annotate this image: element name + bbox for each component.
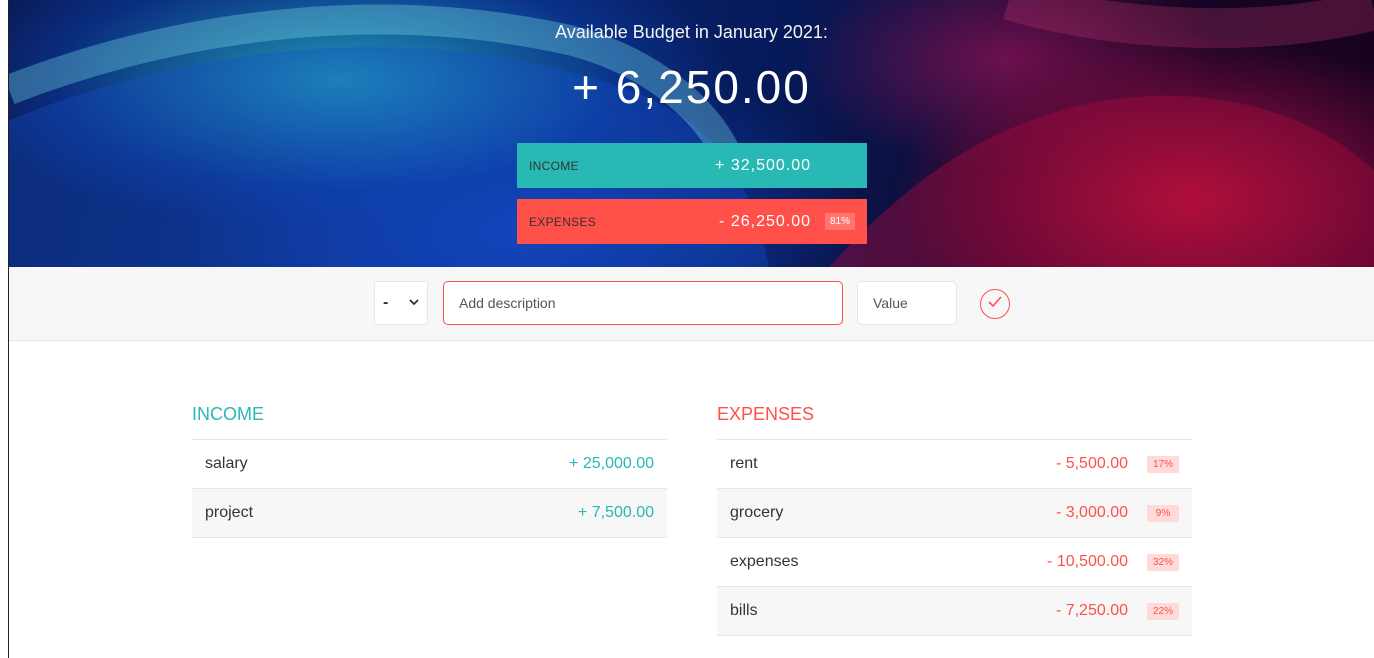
item-description: salary <box>205 455 248 472</box>
item-percentage-badge: 17% <box>1147 455 1179 473</box>
item-description: expenses <box>730 553 799 570</box>
expenses-summary: EXPENSES - 26,250.00 81% <box>517 199 867 244</box>
income-summary-value: + 32,500.00 <box>715 156 811 174</box>
budget-title: Available Budget in January 2021: <box>555 22 828 42</box>
budget-header: Available Budget in January 2021: + 6,25… <box>9 0 1374 267</box>
add-button[interactable] <box>980 289 1010 319</box>
expense-item: expenses - 10,500.00 32% <box>717 538 1192 587</box>
item-percentage-badge: 9% <box>1147 504 1179 522</box>
add-entry-bar: - Add description Value <box>9 267 1374 341</box>
item-value: - 7,250.00 <box>1055 602 1128 619</box>
item-value: + 7,500.00 <box>577 504 654 521</box>
income-list: INCOME salary + 25,000.00 project + 7,50… <box>192 400 667 538</box>
available-budget-value: + 6,250.00 <box>572 61 811 113</box>
income-summary: INCOME + 32,500.00 <box>517 143 867 188</box>
description-input[interactable]: Add description <box>443 281 843 325</box>
expense-item: bills - 7,250.00 22% <box>717 587 1192 636</box>
checkmark-icon <box>987 295 1003 314</box>
income-item: salary + 25,000.00 <box>192 440 667 489</box>
expenses-title: EXPENSES <box>717 400 1192 440</box>
item-description: grocery <box>730 504 784 521</box>
expense-item: grocery - 3,000.00 9% <box>717 489 1192 538</box>
expenses-summary-label: EXPENSES <box>529 214 597 229</box>
item-description: bills <box>730 602 758 619</box>
income-summary-label: INCOME <box>529 158 579 173</box>
income-title: INCOME <box>192 400 667 440</box>
expenses-percentage-badge: 81% <box>824 213 855 230</box>
item-value: + 25,000.00 <box>569 455 654 472</box>
value-input[interactable]: Value <box>857 281 957 325</box>
window-edge <box>0 0 9 658</box>
expense-item: rent - 5,500.00 17% <box>717 440 1192 489</box>
chevron-down-icon <box>409 298 419 309</box>
item-value: - 10,500.00 <box>1047 553 1128 570</box>
item-percentage-badge: 32% <box>1147 553 1179 571</box>
item-description: rent <box>730 455 758 472</box>
expenses-summary-value: - 26,250.00 <box>719 212 811 230</box>
expenses-list: EXPENSES rent - 5,500.00 17% grocery - 3… <box>717 400 1192 636</box>
type-select[interactable]: - <box>374 281 428 325</box>
item-description: project <box>205 504 254 521</box>
item-value: - 3,000.00 <box>1055 504 1128 521</box>
item-value: - 5,500.00 <box>1055 455 1128 472</box>
type-select-value: - <box>383 294 389 311</box>
item-percentage-badge: 22% <box>1147 602 1179 620</box>
income-item: project + 7,500.00 <box>192 489 667 538</box>
